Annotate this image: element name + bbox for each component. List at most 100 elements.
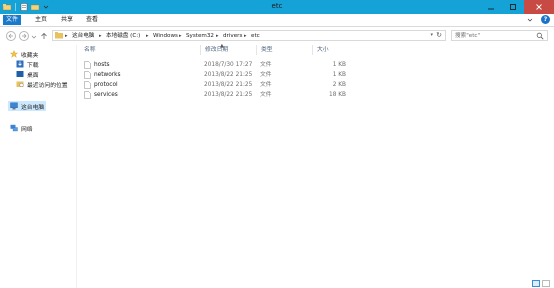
nav-network[interactable]: 网络 — [10, 123, 33, 133]
file-date: 2018/7/30 17:27 — [204, 62, 253, 68]
minimize-icon — [488, 8, 494, 10]
tab-home[interactable]: 主页 — [31, 15, 51, 25]
breadcrumb-separator[interactable]: ▸ — [216, 32, 219, 40]
expand-ribbon-icon[interactable] — [526, 16, 534, 24]
tab-view[interactable]: 查看 — [82, 15, 102, 25]
breadcrumb-windows[interactable]: Windows — [153, 32, 178, 40]
details-view-icon[interactable] — [532, 280, 540, 287]
table-row[interactable]: protocol 2013/8/22 21:25 文件 2 KB — [80, 80, 348, 90]
up-button[interactable] — [39, 31, 49, 41]
file-name-cell: networks — [84, 70, 121, 80]
navigation-bar: ▸ 这台电脑 ▸ 本地磁盘 (C:) ▸ Windows ▸ System32 … — [0, 27, 554, 45]
breadcrumb-local-disk[interactable]: 本地磁盘 (C:) — [106, 32, 140, 40]
forward-button[interactable] — [19, 31, 29, 41]
nav-label: 最近访问的位置 — [27, 82, 68, 89]
table-row[interactable]: networks 2013/8/22 21:25 文件 1 KB — [80, 70, 348, 80]
nav-favorites[interactable]: 收藏夹 — [10, 49, 38, 59]
column-date[interactable]: 修改日期 — [201, 45, 257, 55]
file-name: hosts — [94, 62, 110, 68]
file-icon — [84, 91, 91, 99]
file-date: 2013/8/22 21:25 — [204, 72, 253, 78]
tab-file[interactable]: 文件 — [3, 15, 21, 25]
file-date: 2013/8/22 21:25 — [204, 82, 253, 88]
close-button[interactable] — [524, 0, 554, 14]
file-name: services — [94, 92, 118, 98]
file-icon — [84, 71, 91, 79]
window-title: etc — [271, 2, 283, 10]
title-bar: etc — [0, 0, 554, 14]
table-row[interactable]: services 2013/8/22 21:25 文件 18 KB — [80, 90, 348, 100]
nav-label: 桌面 — [27, 72, 39, 79]
file-name: networks — [94, 72, 121, 78]
nav-desktop[interactable]: 桌面 — [16, 69, 39, 79]
star-icon — [10, 50, 18, 58]
recent-places-icon — [16, 80, 24, 88]
pane-splitter[interactable] — [76, 45, 77, 288]
search-box[interactable]: 搜索"etc" — [451, 30, 548, 41]
window-controls — [480, 0, 554, 14]
file-size: 2 KB — [332, 82, 346, 88]
file-icon — [84, 61, 91, 69]
breadcrumb-separator[interactable]: ▸ — [244, 32, 247, 40]
maximize-icon — [510, 4, 516, 10]
recent-locations-icon[interactable] — [31, 34, 37, 40]
file-date: 2013/8/22 21:25 — [204, 92, 253, 98]
nav-recent-places[interactable]: 最近访问的位置 — [16, 79, 68, 89]
column-size[interactable]: 大小 — [313, 45, 348, 55]
file-type: 文件 — [260, 72, 272, 78]
column-name[interactable]: 名称 — [80, 45, 201, 55]
address-bar[interactable]: ▸ 这台电脑 ▸ 本地磁盘 (C:) ▸ Windows ▸ System32 … — [52, 30, 446, 41]
desktop-icon — [16, 70, 24, 78]
ribbon-tabs: 文件 主页 共享 查看 ? — [0, 14, 554, 27]
navigation-pane: 收藏夹 下载 桌面 最近访问的位置 这台电脑 网络 — [0, 45, 76, 288]
file-name-cell: hosts — [84, 60, 110, 70]
file-size: 1 KB — [332, 62, 346, 68]
nav-label: 网络 — [21, 126, 33, 133]
file-type: 文件 — [260, 82, 272, 88]
file-name-cell: protocol — [84, 80, 118, 90]
tab-share[interactable]: 共享 — [57, 15, 77, 25]
maximize-button[interactable] — [502, 0, 524, 14]
file-size: 1 KB — [332, 72, 346, 78]
refresh-icon[interactable]: ↻ — [436, 31, 442, 40]
breadcrumb-separator[interactable]: ▸ — [179, 32, 182, 40]
breadcrumb-etc[interactable]: etc — [251, 32, 260, 40]
file-name-cell: services — [84, 90, 118, 100]
address-dropdown-icon[interactable]: ▾ — [430, 31, 433, 40]
breadcrumb-this-pc[interactable]: 这台电脑 — [72, 32, 94, 40]
nav-label: 这台电脑 — [21, 104, 45, 111]
search-icon[interactable] — [536, 32, 544, 40]
network-icon — [10, 124, 18, 132]
view-switcher — [532, 280, 550, 287]
explorer-window: etc 文件 主页 共享 查看 ? ▸ 这台电脑 ▸ 本地磁盘 (C:) ▸ W… — [0, 0, 554, 288]
column-header: 名称 ▲ 修改日期 类型 大小 — [80, 43, 348, 56]
nav-this-pc[interactable]: 这台电脑 — [8, 101, 46, 111]
help-icon[interactable]: ? — [541, 15, 550, 24]
breadcrumb-separator[interactable]: ▸ — [99, 32, 102, 40]
column-type[interactable]: 类型 — [257, 45, 313, 55]
status-bar — [0, 279, 554, 288]
up-arrow-icon — [41, 32, 47, 39]
computer-icon — [10, 102, 18, 110]
search-placeholder: 搜索"etc" — [455, 33, 481, 39]
file-name: protocol — [94, 82, 118, 88]
breadcrumb-separator[interactable]: ▸ — [65, 32, 68, 40]
folder-icon — [55, 32, 63, 39]
back-button[interactable] — [6, 31, 16, 41]
nav-label: 下载 — [27, 62, 39, 69]
breadcrumb-system32[interactable]: System32 — [186, 32, 214, 40]
download-icon — [16, 60, 24, 68]
close-icon — [536, 4, 542, 10]
file-size: 18 KB — [329, 92, 346, 98]
nav-label: 收藏夹 — [21, 52, 39, 59]
table-row[interactable]: hosts 2018/7/30 17:27 文件 1 KB — [80, 60, 348, 70]
breadcrumb-drivers[interactable]: drivers — [223, 32, 242, 40]
minimize-button[interactable] — [480, 0, 502, 14]
back-arrow-icon — [8, 33, 13, 39]
file-icon — [84, 81, 91, 89]
forward-arrow-icon — [22, 33, 27, 39]
nav-downloads[interactable]: 下载 — [16, 59, 39, 69]
file-type: 文件 — [260, 62, 272, 68]
breadcrumb-separator[interactable]: ▸ — [146, 32, 149, 40]
large-icons-view-icon[interactable] — [542, 280, 550, 287]
